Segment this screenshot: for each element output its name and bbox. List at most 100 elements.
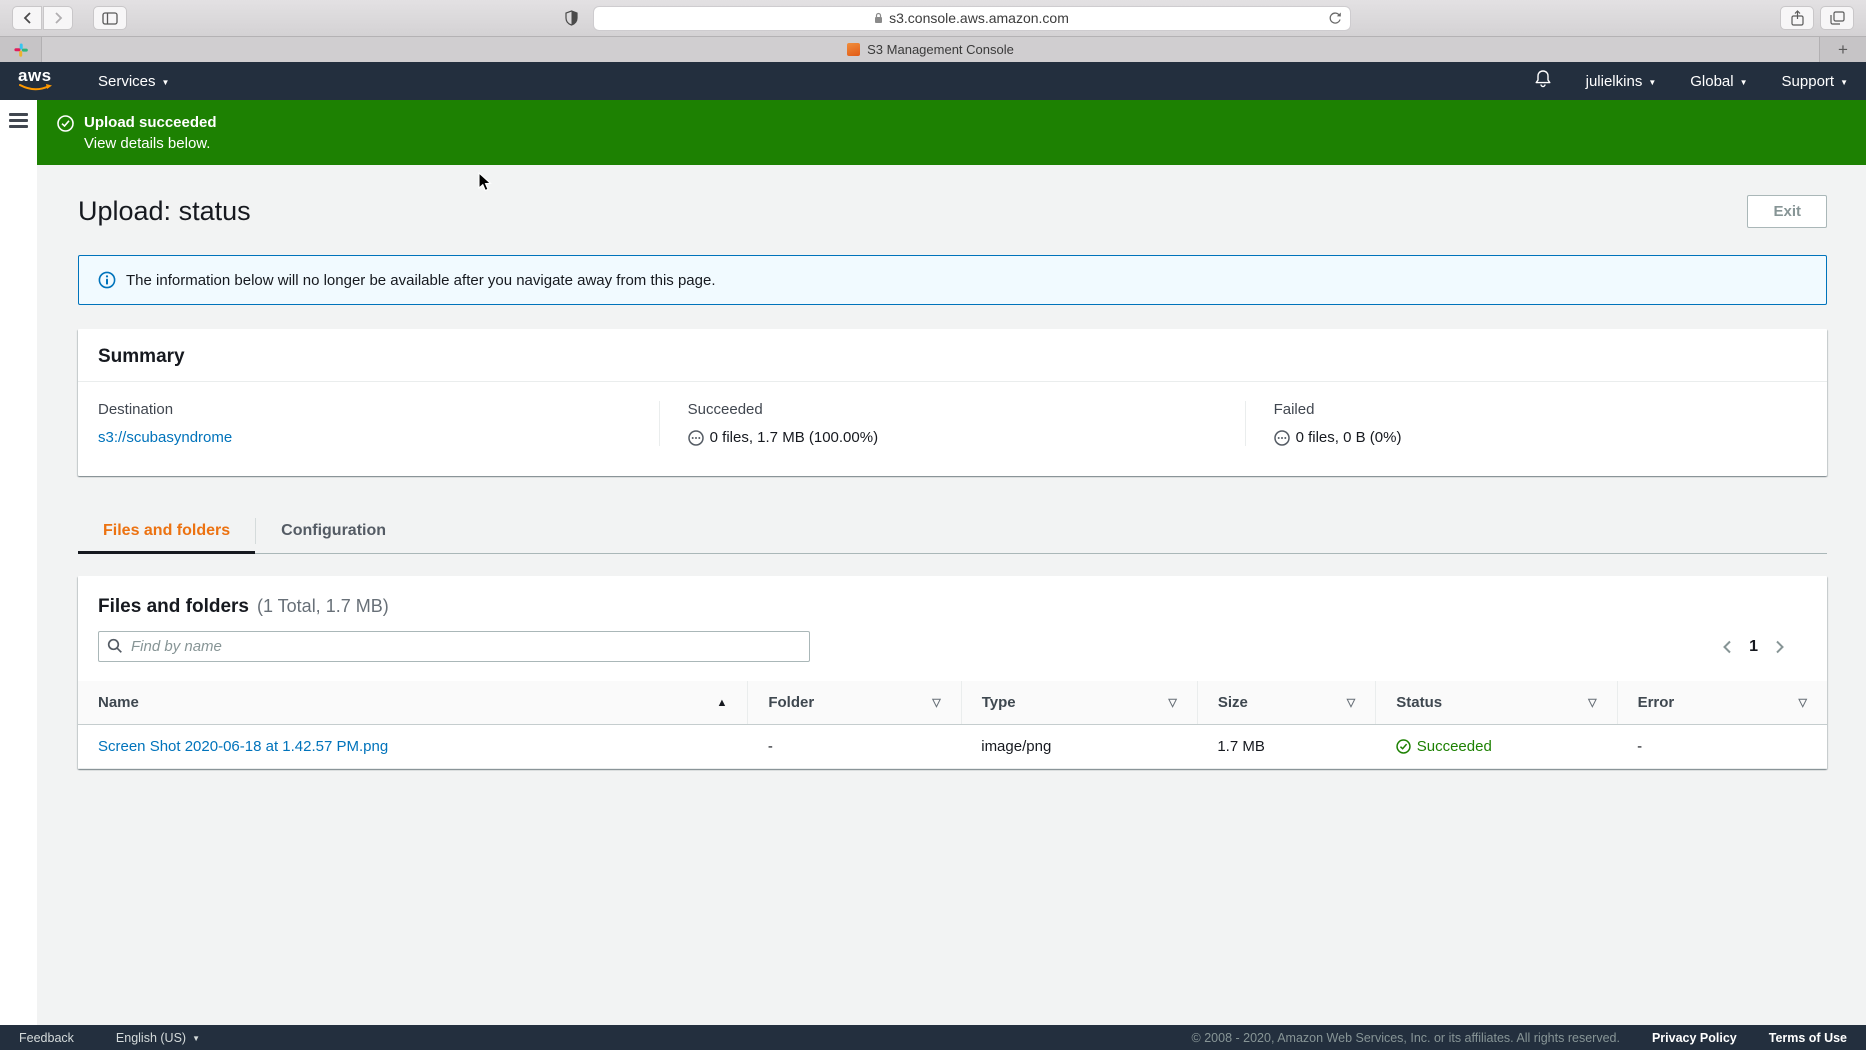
privacy-policy-link[interactable]: Privacy Policy xyxy=(1652,1031,1737,1045)
sidebar-toggle-button[interactable] xyxy=(93,6,127,30)
lock-icon xyxy=(875,12,883,23)
current-page-number[interactable]: 1 xyxy=(1749,638,1758,656)
failed-label: Failed xyxy=(1273,401,1315,418)
tabs-icon xyxy=(1829,11,1845,25)
column-header-size[interactable]: Size ▽ xyxy=(1196,681,1376,725)
bell-icon xyxy=(1535,70,1551,88)
page-title: Upload: status xyxy=(78,196,251,226)
notifications-bell-button[interactable] xyxy=(1534,69,1552,93)
language-label: English (US) xyxy=(115,1030,187,1045)
reload-icon xyxy=(1329,11,1341,24)
chevron-down-icon: ▼ xyxy=(192,1034,200,1043)
mouse-cursor xyxy=(478,172,492,192)
left-rail xyxy=(0,100,37,1025)
table-row: Screen Shot 2020-06-18 at 1.42.57 PM.png… xyxy=(78,724,1827,769)
account-menu[interactable]: julielkins ▼ xyxy=(1586,73,1657,90)
column-header-error[interactable]: Error ▽ xyxy=(1616,681,1827,725)
tab-overview-button[interactable] xyxy=(1820,6,1854,30)
upload-success-banner: Upload succeeded View details below. xyxy=(37,100,1866,165)
new-tab-button[interactable]: + xyxy=(1820,37,1866,62)
chevron-left-icon xyxy=(23,12,31,24)
language-selector[interactable]: English (US) ▼ xyxy=(116,1031,200,1045)
failed-value: 0 files, 0 B (0%) xyxy=(1295,429,1402,446)
filter-icon[interactable]: ▽ xyxy=(1347,696,1355,709)
summary-destination: Destination s3://scubasyndrome xyxy=(78,401,659,446)
exit-button[interactable]: Exit xyxy=(1747,195,1827,228)
chevron-down-icon: ▼ xyxy=(1739,77,1748,87)
succeeded-label: Succeeded xyxy=(687,401,763,418)
privacy-shield-button[interactable] xyxy=(557,6,587,30)
share-button[interactable] xyxy=(1780,6,1814,30)
column-header-folder[interactable]: Folder ▽ xyxy=(747,681,962,725)
files-and-folders-card: Files and folders (1 Total, 1.7 MB) Find… xyxy=(78,576,1827,769)
files-heading: Files and folders xyxy=(98,596,249,617)
filter-icon[interactable]: ▽ xyxy=(932,696,940,709)
info-alert-text: The information below will no longer be … xyxy=(126,271,716,289)
banner-title: Upload succeeded xyxy=(84,114,217,131)
chevron-right-icon xyxy=(54,12,62,24)
support-label: Support xyxy=(1781,72,1835,90)
region-menu[interactable]: Global ▼ xyxy=(1690,73,1747,90)
main-content: Upload: status Exit The information belo… xyxy=(37,195,1866,769)
filter-icon[interactable]: ▽ xyxy=(1588,696,1596,709)
aws-smile-icon xyxy=(19,84,52,91)
summary-heading: Summary xyxy=(98,346,185,367)
file-error-cell: - xyxy=(1617,724,1827,769)
tab-files-and-folders[interactable]: Files and folders xyxy=(78,507,256,554)
succeeded-value: 0 files, 1.7 MB (100.00%) xyxy=(709,429,879,446)
region-label: Global xyxy=(1690,72,1734,90)
filter-icon[interactable]: ▽ xyxy=(1168,696,1176,709)
ellipsis-circle-icon xyxy=(1273,429,1290,446)
filter-icon[interactable]: ▽ xyxy=(1799,696,1807,709)
status-badge: Succeeded xyxy=(1396,738,1597,755)
share-icon xyxy=(1790,10,1804,26)
services-menu[interactable]: Services ▼ xyxy=(98,73,169,90)
address-bar[interactable]: s3.console.aws.amazon.com xyxy=(592,5,1351,31)
account-username: julielkins xyxy=(1585,72,1643,90)
info-icon xyxy=(98,271,116,289)
feedback-button[interactable]: Feedback xyxy=(19,1031,74,1045)
browser-toolbar: s3.console.aws.amazon.com xyxy=(0,0,1866,37)
file-folder-cell: - xyxy=(747,724,962,769)
detail-tabs: Files and folders Configuration xyxy=(78,507,1827,554)
terms-of-use-link[interactable]: Terms of Use xyxy=(1769,1031,1847,1045)
files-count: (1 Total, 1.7 MB) xyxy=(256,596,389,616)
support-menu[interactable]: Support ▼ xyxy=(1782,73,1848,90)
browser-tab-s3-console[interactable]: S3 Management Console xyxy=(42,37,1820,62)
files-table: Name ▲ Folder ▽ Type ▽ Size ▽ Status ▽ E… xyxy=(78,681,1827,769)
chevron-down-icon: ▼ xyxy=(161,77,170,87)
tab-configuration[interactable]: Configuration xyxy=(256,507,411,554)
sidebar-icon xyxy=(102,11,118,25)
browser-tab-bar: S3 Management Console + xyxy=(0,37,1866,62)
pagination: 1 xyxy=(1722,638,1807,656)
next-page-button[interactable] xyxy=(1775,640,1785,654)
pinned-tab-slack[interactable] xyxy=(0,37,42,62)
slack-icon xyxy=(13,43,28,57)
banner-subtitle: View details below. xyxy=(84,135,211,152)
aws-top-nav: aws Services ▼ julielkins ▼ Global ▼ Sup… xyxy=(0,62,1866,100)
info-alert: The information below will no longer be … xyxy=(78,255,1827,305)
browser-back-button[interactable] xyxy=(12,6,42,30)
destination-bucket-link[interactable]: s3://scubasyndrome xyxy=(98,429,232,446)
reload-button[interactable] xyxy=(1328,11,1342,29)
url-text: s3.console.aws.amazon.com xyxy=(889,10,1069,26)
hamburger-menu-button[interactable] xyxy=(9,113,28,128)
column-header-name[interactable]: Name ▲ xyxy=(78,681,748,725)
check-circle-icon xyxy=(1396,739,1411,754)
column-header-status[interactable]: Status ▽ xyxy=(1375,681,1618,725)
search-input[interactable] xyxy=(98,631,810,662)
file-name-link[interactable]: Screen Shot 2020-06-18 at 1.42.57 PM.png xyxy=(98,738,388,755)
table-header-row: Name ▲ Folder ▽ Type ▽ Size ▽ Status ▽ E… xyxy=(78,681,1827,725)
check-circle-icon xyxy=(57,115,74,165)
summary-succeeded: Succeeded 0 files, 1.7 MB (100.00%) xyxy=(658,401,1245,446)
column-header-type[interactable]: Type ▽ xyxy=(960,681,1198,725)
browser-forward-button[interactable] xyxy=(43,6,73,30)
browser-tab-title: S3 Management Console xyxy=(867,42,1014,57)
services-label: Services xyxy=(98,72,156,90)
shield-icon xyxy=(565,10,578,26)
s3-favicon xyxy=(847,43,861,56)
file-type-cell: image/png xyxy=(961,724,1198,769)
aws-logo[interactable]: aws xyxy=(18,67,56,94)
file-size-cell: 1.7 MB xyxy=(1197,724,1376,769)
previous-page-button[interactable] xyxy=(1722,640,1732,654)
